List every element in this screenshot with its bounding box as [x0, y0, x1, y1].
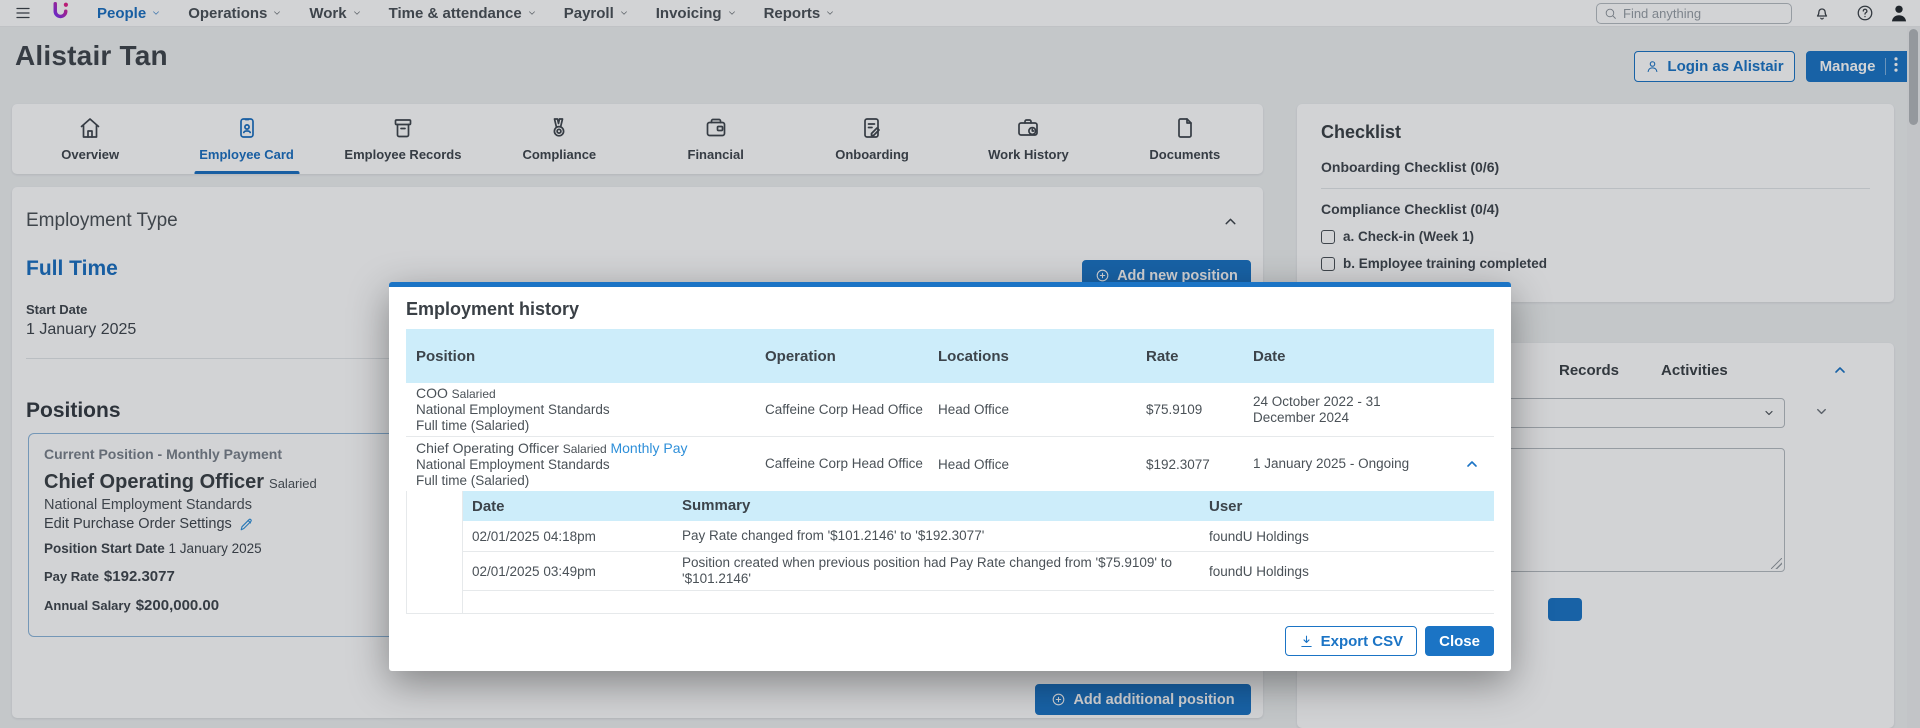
close-label: Close [1439, 633, 1480, 650]
table-header-row: Position Operation Locations Rate Date [406, 329, 1494, 383]
subtable-row: 02/01/2025 03:49pm Position created when… [463, 552, 1494, 591]
download-icon [1299, 634, 1314, 649]
employment-history-table: Position Operation Locations Rate Date C… [406, 329, 1494, 614]
subrow-date: 02/01/2025 03:49pm [463, 564, 673, 579]
row-operation: Caffeine Corp Head Office [755, 402, 928, 418]
row-position-name: COO [416, 385, 448, 401]
modal-title: Employment history [406, 299, 1494, 320]
employment-history-modal: Employment history Position Operation Lo… [389, 282, 1511, 671]
row-rate: $192.3077 [1136, 457, 1243, 472]
expansion-spacer [407, 491, 463, 613]
table-row: Chief Operating Officer Salaried Monthly… [406, 437, 1494, 491]
col-rate: Rate [1136, 348, 1243, 365]
row-operation: Caffeine Corp Head Office [755, 456, 928, 472]
subcol-date: Date [463, 498, 673, 515]
row-rate: $75.9109 [1136, 402, 1243, 417]
row-date: 1 January 2025 - Ongoing [1243, 456, 1449, 472]
col-date: Date [1243, 348, 1449, 365]
row-position-award: National Employment Standards [416, 457, 755, 473]
col-position: Position [406, 348, 755, 365]
row-history-expansion: Date Summary User 02/01/2025 04:18pm Pay… [406, 491, 1494, 614]
subtable-row: 02/01/2025 04:18pm Pay Rate changed from… [463, 521, 1494, 552]
row-location: Head Office [928, 457, 1136, 472]
row-location: Head Office [928, 402, 1136, 417]
row-position-type: Full time (Salaried) [416, 418, 755, 434]
monthly-pay-link[interactable]: Monthly Pay [610, 440, 687, 456]
row-collapse-chevron-up-icon[interactable] [1449, 456, 1494, 472]
subcol-user: User [1200, 498, 1494, 515]
row-position-tag: Salaried [563, 442, 607, 456]
subrow-user: foundU Holdings [1200, 529, 1494, 544]
subrow-summary: Position created when previous position … [673, 555, 1200, 587]
row-position-name: Chief Operating Officer [416, 440, 559, 456]
close-button[interactable]: Close [1425, 626, 1494, 656]
col-locations: Locations [928, 348, 1136, 365]
export-csv-button[interactable]: Export CSV [1285, 626, 1418, 656]
row-date: 24 October 2022 - 31 December 2024 [1243, 394, 1449, 426]
subrow-user: foundU Holdings [1200, 564, 1494, 579]
subtable-header-row: Date Summary User [463, 491, 1494, 521]
col-operation: Operation [755, 348, 928, 365]
subrow-date: 02/01/2025 04:18pm [463, 529, 673, 544]
row-position-award: National Employment Standards [416, 402, 755, 418]
export-csv-label: Export CSV [1321, 633, 1404, 650]
table-row: COO Salaried National Employment Standar… [406, 383, 1494, 437]
row-position-type: Full time (Salaried) [416, 473, 755, 489]
history-subtable: Date Summary User 02/01/2025 04:18pm Pay… [463, 491, 1494, 613]
subrow-summary: Pay Rate changed from '$101.2146' to '$1… [673, 528, 1200, 544]
subcol-summary: Summary [673, 498, 1200, 514]
row-position-tag: Salaried [452, 387, 496, 401]
